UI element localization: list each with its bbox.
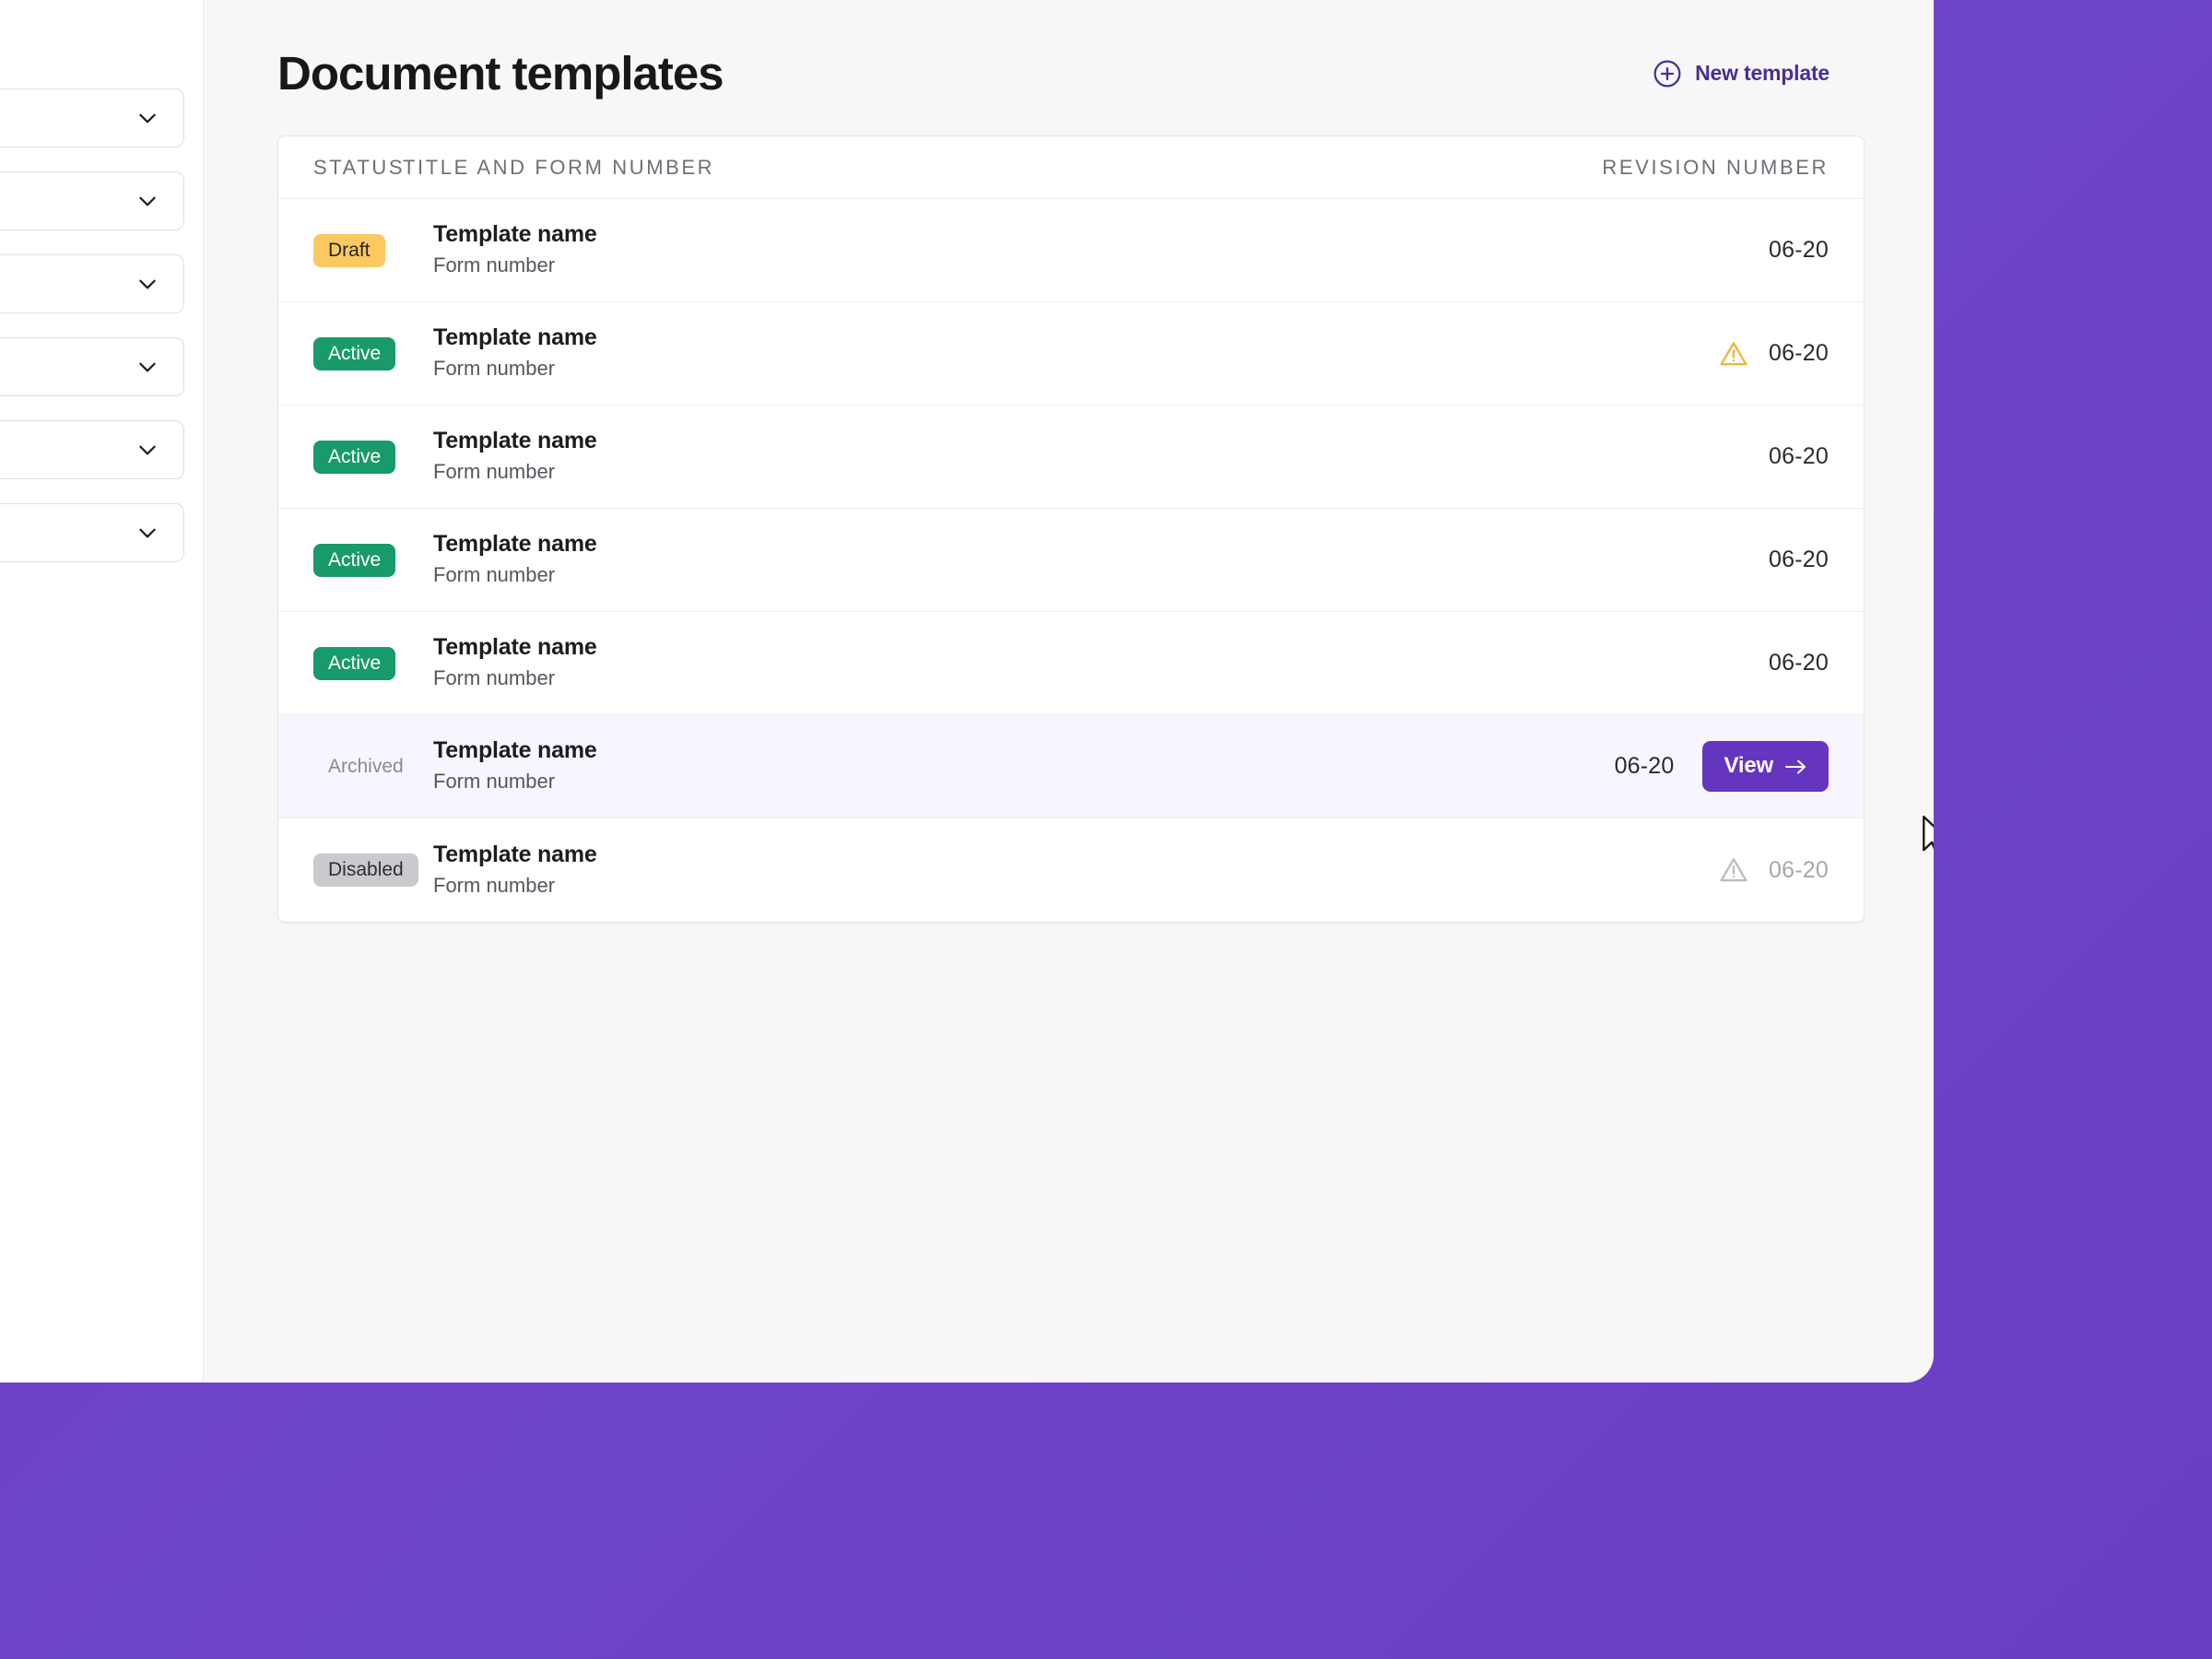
status-cell: Active: [313, 646, 426, 680]
form-number: Form number: [433, 460, 556, 484]
form-number: Form number: [433, 666, 556, 690]
table-row[interactable]: Active Template name Form number 06-20: [278, 612, 1864, 716]
new-template-label: New template: [1695, 61, 1830, 86]
revision-cell: 06-20: [1769, 547, 1829, 573]
template-name: Template name: [433, 531, 597, 558]
page-title: Document templates: [277, 47, 724, 100]
sidebar-item-0[interactable]: [0, 88, 184, 147]
column-header-status: STATUS: [313, 155, 406, 179]
column-header-title: TITLE AND FORM NUMBER: [403, 155, 715, 179]
table-row[interactable]: Active Template name Form number 06-20: [278, 302, 1864, 406]
status-badge: Draft: [313, 233, 385, 267]
status-badge: Active: [313, 440, 396, 474]
sidebar-item-3[interactable]: [0, 337, 184, 396]
sidebar-item-4[interactable]: [0, 420, 184, 479]
status-cell: Draft: [313, 233, 426, 267]
chevron-down-icon: [135, 106, 159, 130]
sidebar-item-2[interactable]: [0, 254, 184, 313]
warning-icon: [1719, 339, 1748, 369]
table-row[interactable]: Draft Template name Form number 06-20: [278, 199, 1864, 303]
form-number: Form number: [433, 563, 556, 587]
chevron-down-icon: [135, 438, 159, 462]
mouse-pointer-icon: [1920, 815, 1934, 859]
revision-cell: 06-20: [1719, 855, 1829, 885]
status-badge: Archived: [328, 755, 404, 777]
template-name: Template name: [433, 428, 597, 454]
status-cell: Active: [313, 543, 426, 577]
chevron-down-icon: [135, 355, 159, 379]
status-badge: Active: [313, 543, 396, 577]
plus-circle-icon: [1653, 59, 1682, 88]
status-cell: Disabled: [313, 853, 426, 888]
title-cell: Template name Form number: [426, 324, 1719, 383]
status-badge: Active: [313, 336, 396, 371]
page-header: Document templates New template: [277, 48, 1865, 99]
app-window: Document templates New template STATUS T…: [0, 0, 1934, 1382]
revision-cell: 06-20: [1769, 237, 1829, 264]
main-content: Document templates New template STATUS T…: [204, 0, 1934, 1382]
title-cell: Template name Form number: [426, 220, 1769, 280]
templates-table: STATUS TITLE AND FORM NUMBER REVISION NU…: [277, 135, 1865, 924]
template-name: Template name: [433, 221, 597, 248]
template-name: Template name: [433, 324, 597, 351]
revision-number: 06-20: [1769, 856, 1829, 883]
template-name: Template name: [433, 634, 597, 661]
sidebar-item-5[interactable]: [0, 503, 184, 562]
sidebar: [0, 0, 204, 1382]
table-header-row: STATUS TITLE AND FORM NUMBER REVISION NU…: [278, 136, 1864, 200]
revision-cell: 06-20: [1769, 650, 1829, 677]
new-template-button[interactable]: New template: [1653, 59, 1830, 88]
warning-icon: [1719, 855, 1748, 885]
revision-number: 06-20: [1769, 443, 1829, 470]
form-number: Form number: [433, 253, 556, 277]
revision-number: 06-20: [1769, 547, 1829, 573]
revision-cell: 06-20 View: [1614, 741, 1829, 793]
title-cell: Template name Form number: [426, 841, 1719, 900]
title-cell: Template name Form number: [426, 633, 1769, 693]
title-cell: Template name Form number: [426, 736, 1615, 796]
revision-number: 06-20: [1614, 753, 1675, 780]
form-number: Form number: [433, 770, 556, 794]
table-row[interactable]: Disabled Template name Form number 06-20: [278, 818, 1864, 923]
table-row[interactable]: Active Template name Form number 06-20: [278, 509, 1864, 613]
revision-cell: 06-20: [1769, 443, 1829, 470]
view-button-label: View: [1724, 753, 1774, 779]
status-cell: Active: [313, 440, 426, 474]
status-cell: Archived: [313, 750, 426, 783]
revision-number: 06-20: [1769, 340, 1829, 367]
chevron-down-icon: [135, 521, 159, 545]
status-badge: Active: [313, 646, 396, 680]
revision-number: 06-20: [1769, 237, 1829, 264]
form-number: Form number: [433, 357, 556, 381]
template-name: Template name: [433, 737, 597, 764]
chevron-down-icon: [135, 272, 159, 296]
sidebar-item-1[interactable]: [0, 171, 184, 230]
revision-number: 06-20: [1769, 650, 1829, 677]
revision-cell: 06-20: [1719, 339, 1829, 369]
form-number: Form number: [433, 873, 556, 897]
title-cell: Template name Form number: [426, 530, 1769, 590]
table-body: Draft Template name Form number 06-20 Ac…: [278, 199, 1864, 923]
title-cell: Template name Form number: [426, 427, 1769, 487]
status-badge: Disabled: [313, 853, 418, 888]
arrow-right-icon: [1784, 757, 1808, 775]
template-name: Template name: [433, 841, 597, 867]
chevron-down-icon: [135, 189, 159, 213]
column-header-revision: REVISION NUMBER: [1602, 155, 1829, 179]
view-button[interactable]: View: [1701, 741, 1829, 793]
status-cell: Active: [313, 336, 426, 371]
table-row[interactable]: Archived Template name Form number 06-20…: [278, 715, 1864, 819]
table-row[interactable]: Active Template name Form number 06-20: [278, 406, 1864, 510]
